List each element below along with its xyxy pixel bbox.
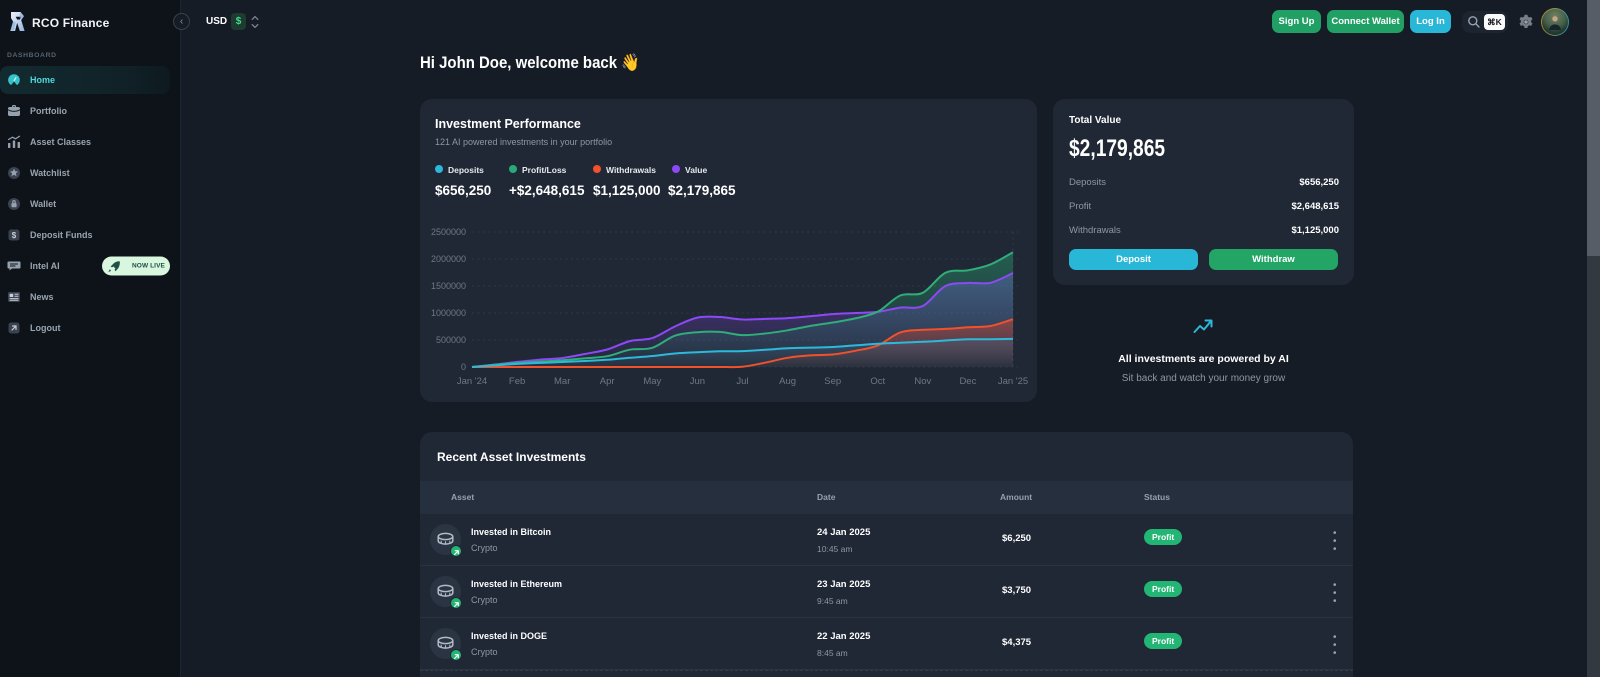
svg-text:$: $: [12, 231, 17, 240]
svg-text:Jul: Jul: [736, 376, 748, 387]
svg-text:2500000: 2500000: [431, 227, 466, 237]
svg-text:Jun: Jun: [690, 376, 705, 387]
svg-text:May: May: [643, 376, 661, 387]
svg-text:1000000: 1000000: [431, 308, 466, 318]
svg-text:Apr: Apr: [600, 376, 615, 387]
svg-text:Dec: Dec: [959, 376, 976, 387]
svg-text:Nov: Nov: [914, 376, 931, 387]
svg-text:1500000: 1500000: [431, 281, 466, 291]
svg-text:Feb: Feb: [509, 376, 525, 387]
svg-text:500000: 500000: [436, 335, 466, 345]
svg-text:0: 0: [461, 362, 466, 372]
svg-text:Aug: Aug: [779, 376, 796, 387]
svg-text:Oct: Oct: [870, 376, 885, 387]
svg-text:Mar: Mar: [554, 376, 570, 387]
svg-text:Jan '24: Jan '24: [457, 376, 487, 387]
svg-text:2000000: 2000000: [431, 254, 466, 264]
svg-text:Sep: Sep: [824, 376, 841, 387]
svg-text:Jan '25: Jan '25: [998, 376, 1028, 387]
